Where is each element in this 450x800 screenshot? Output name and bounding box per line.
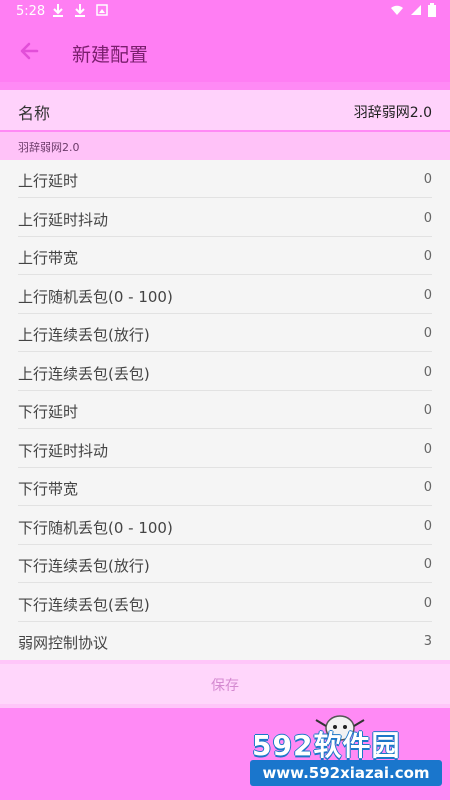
setting-value: 0	[423, 557, 432, 572]
setting-label: 下行连续丢包(放行)	[18, 557, 150, 575]
page-title: 新建配置	[72, 44, 149, 66]
setting-value: 0	[423, 364, 432, 380]
setting-row-downlink-jitter[interactable]: 下行延时抖动 0	[0, 430, 450, 468]
image-icon	[96, 3, 108, 21]
back-button[interactable]	[12, 36, 46, 70]
setting-label: 下行随机丢包(0 - 100)	[18, 518, 173, 537]
download-icon	[74, 3, 86, 21]
watermark-brand: 592软件园	[252, 729, 401, 762]
setting-row-weaknet-protocol[interactable]: 弱网控制协议 3	[0, 622, 450, 660]
setting-row-downlink-bandwidth[interactable]: 下行带宽 0	[0, 468, 450, 506]
setting-value: 0	[423, 287, 432, 303]
watermark-url: www.592xiazai.com	[250, 760, 442, 786]
setting-label: 弱网控制协议	[18, 634, 109, 652]
setting-label: 上行延时	[18, 172, 79, 190]
setting-value: 0	[423, 172, 432, 187]
battery-icon	[428, 3, 436, 20]
signal-icon	[410, 3, 422, 20]
setting-label: 上行连续丢包(丢包)	[18, 364, 150, 383]
setting-row-downlink-delay[interactable]: 下行延时 0	[0, 391, 450, 429]
wifi-icon	[390, 3, 404, 20]
setting-value: 0	[423, 595, 432, 611]
section-header: 羽辞弱网2.0	[0, 132, 450, 160]
setting-label: 下行延时抖动	[18, 441, 109, 460]
setting-row-uplink-delay[interactable]: 上行延时 0	[0, 160, 450, 198]
setting-value: 0	[423, 403, 432, 418]
setting-value: 0	[423, 518, 432, 534]
setting-row-uplink-jitter[interactable]: 上行延时抖动 0	[0, 199, 450, 237]
setting-row-uplink-burst-pass[interactable]: 上行连续丢包(放行) 0	[0, 314, 450, 352]
save-bar: 保存	[0, 660, 450, 708]
setting-label: 下行延时	[18, 403, 79, 421]
system-icons	[390, 3, 436, 20]
setting-label: 下行带宽	[18, 480, 79, 498]
setting-row-downlink-burst-drop[interactable]: 下行连续丢包(丢包) 0	[0, 584, 450, 622]
setting-row-uplink-random-loss[interactable]: 上行随机丢包(0 - 100) 0	[0, 276, 450, 314]
download-icon	[52, 3, 64, 21]
app-bar: 新建配置	[0, 24, 450, 82]
arrow-left-icon	[19, 41, 39, 65]
section-title: 羽辞弱网2.0	[18, 141, 80, 154]
setting-row-uplink-burst-drop[interactable]: 上行连续丢包(丢包) 0	[0, 353, 450, 391]
setting-value: 0	[423, 210, 432, 226]
setting-label: 上行延时抖动	[18, 210, 109, 229]
setting-value: 3	[423, 634, 432, 649]
setting-label: 上行随机丢包(0 - 100)	[18, 287, 173, 306]
setting-value: 0	[423, 441, 432, 457]
settings-list: 上行延时 0 上行延时抖动 0 上行带宽 0 上行随机丢包(0 - 100) 0…	[0, 160, 450, 660]
setting-row-uplink-bandwidth[interactable]: 上行带宽 0	[0, 237, 450, 275]
status-time: 5:28	[16, 4, 46, 19]
setting-row-downlink-random-loss[interactable]: 下行随机丢包(0 - 100) 0	[0, 507, 450, 545]
setting-label: 上行带宽	[18, 249, 79, 267]
setting-value: 0	[423, 480, 432, 495]
save-button-label: 保存	[211, 678, 239, 694]
name-label: 名称	[18, 104, 51, 123]
setting-label: 上行连续丢包(放行)	[18, 326, 150, 344]
name-field[interactable]: 名称 羽辞弱网2.0	[0, 90, 450, 130]
status-bar: 5:28	[0, 0, 450, 24]
setting-row-downlink-burst-pass[interactable]: 下行连续丢包(放行) 0	[0, 545, 450, 583]
name-value[interactable]: 羽辞弱网2.0	[354, 102, 432, 122]
save-button[interactable]: 保存	[0, 664, 450, 704]
setting-value: 0	[423, 326, 432, 341]
setting-label: 下行连续丢包(丢包)	[18, 595, 150, 614]
setting-value: 0	[423, 249, 432, 264]
